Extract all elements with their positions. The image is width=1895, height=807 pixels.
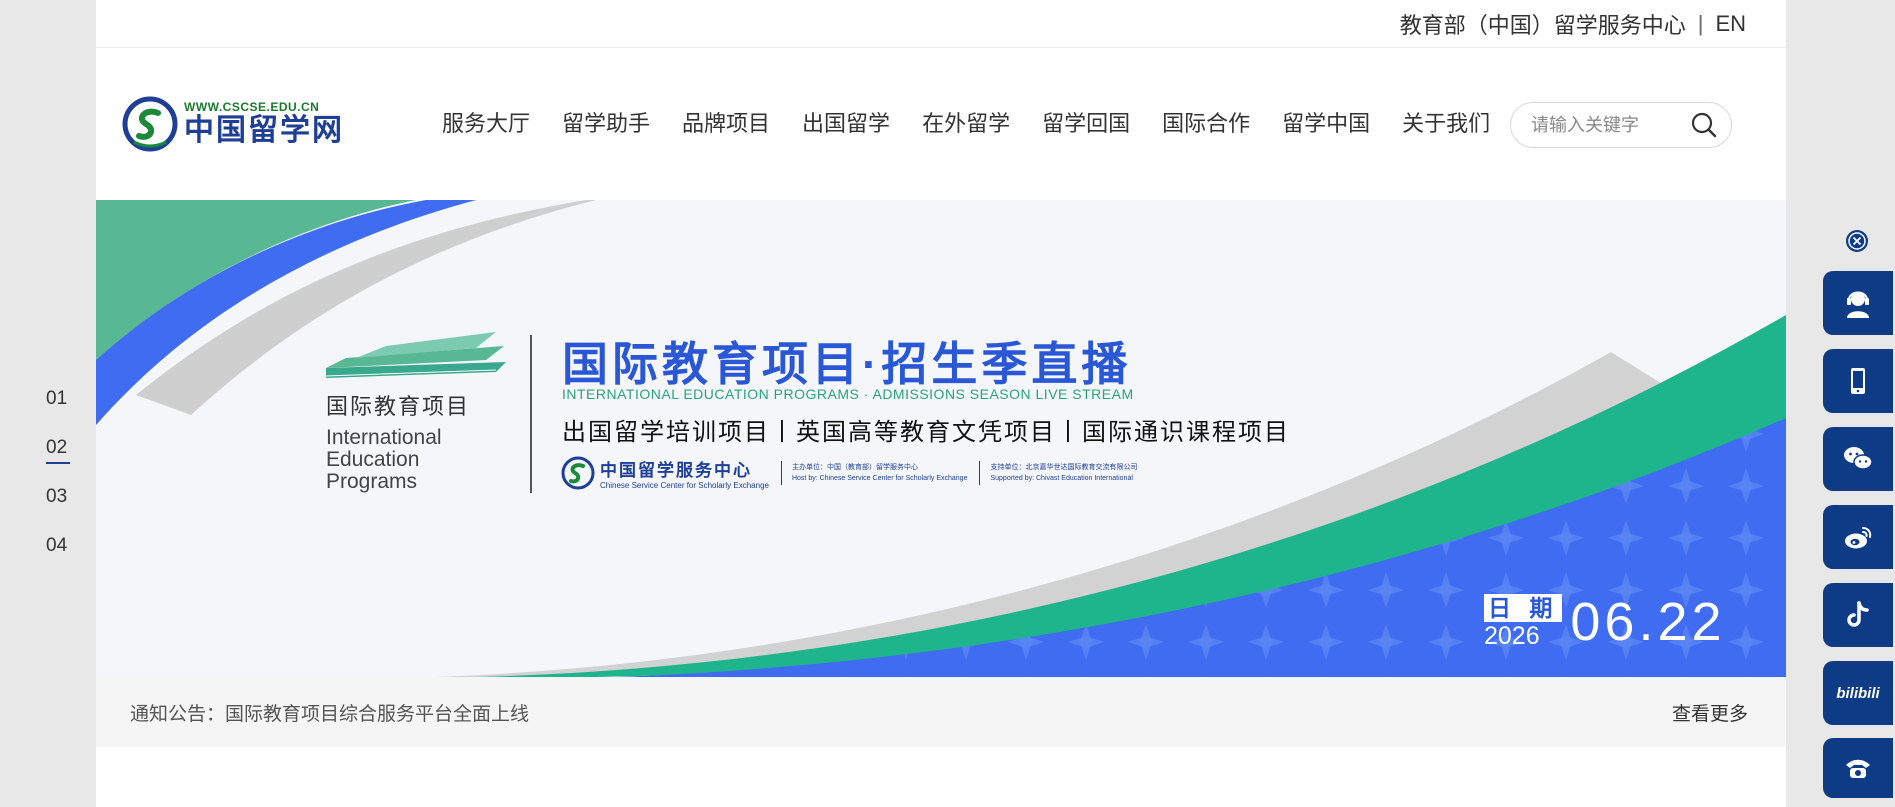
mobile-icon [1851, 368, 1865, 394]
float-bar-close-button[interactable] [1846, 230, 1868, 252]
brand-en-line-2: Education [326, 448, 420, 471]
host-en: Host by: Chinese Service Center for Scho… [791, 475, 968, 482]
float-phone[interactable] [1823, 738, 1893, 798]
org-link[interactable]: 教育部（中国）留学服务中心 [1400, 8, 1686, 40]
support-en: Supported by: Chivast Education Internat… [990, 475, 1133, 482]
brand-block: 国际教育项目 International Education Programs [325, 332, 526, 493]
phone-icon [1846, 759, 1870, 778]
banner-headline: 国际教育项目·招生季直播 [562, 338, 1132, 390]
support-cn: 支持单位：北京嘉华世达国际教育交流有限公司 [990, 464, 1138, 471]
brand-en-line-3: Programs [326, 470, 418, 493]
site-logo[interactable]: WWW.CSCSE.EDU.CN 中国留学网 [122, 94, 362, 154]
banner-organizers: 中国留学服务中心 Chinese Service Center for Scho… [560, 455, 1137, 491]
banner-headline-en: INTERNATIONAL EDUCATION PROGRAMS · ADMIS… [562, 386, 1134, 402]
customer-service-icon [1847, 291, 1869, 318]
support-info: 支持单位：北京嘉华世达国际教育交流有限公司 Supported by: Chiv… [979, 461, 1137, 485]
slide-indicator-04[interactable]: 04 [46, 535, 74, 584]
nav-item-about-us[interactable]: 关于我们 [1402, 106, 1490, 138]
close-icon [1848, 232, 1866, 250]
float-weibo[interactable] [1823, 505, 1893, 569]
topbar-separator: | [1697, 10, 1704, 36]
hero-banner[interactable]: 国际教育项目 International Education Programs … [96, 200, 1786, 677]
float-mobile[interactable] [1823, 349, 1893, 413]
slide-indicator-02[interactable]: 02 [46, 437, 74, 486]
host-info: 主办单位：中国（教育部）留学服务中心 Host by: Chinese Serv… [780, 461, 968, 485]
brand-title: 国际教育项目 [326, 394, 471, 419]
nav-item-return-home[interactable]: 留学回国 [1042, 106, 1130, 138]
nav-item-service-hall[interactable]: 服务大厅 [442, 106, 530, 138]
tiktok-icon [1847, 601, 1869, 627]
slide-indicator-01[interactable]: 01 [46, 388, 74, 437]
org-name-cn: 中国留学服务中心 [600, 461, 752, 480]
cscse-logo-icon [122, 96, 178, 152]
main-nav: 服务大厅 留学助手 品牌项目 出国留学 在外留学 留学回国 国际合作 留学中国 … [442, 106, 1522, 138]
book-stack-icon [325, 332, 506, 378]
banner-date: 日 期 2026 06.22 [1484, 591, 1726, 653]
nav-item-study-abroad[interactable]: 出国留学 [802, 106, 890, 138]
nav-item-studying-overseas[interactable]: 在外留学 [922, 106, 1010, 138]
content-card-1 [96, 802, 632, 807]
host-cn: 主办单位：中国（教育部）留学服务中心 [791, 464, 918, 471]
date-day: 06.22 [1570, 592, 1726, 652]
float-wechat[interactable] [1823, 427, 1893, 491]
float-customer-service[interactable] [1823, 271, 1893, 335]
content-card-3 [1250, 802, 1786, 807]
org-name-en: Chinese Service Center for Scholarly Exc… [600, 481, 769, 490]
banner-divider [530, 335, 532, 493]
search-icon[interactable] [1689, 110, 1719, 140]
date-label: 日 期 [1484, 594, 1563, 622]
nav-item-study-assistant[interactable]: 留学助手 [562, 106, 650, 138]
content-card-2 [673, 802, 1209, 807]
view-more-link[interactable]: 查看更多 [1672, 699, 1748, 726]
logo-domain: WWW.CSCSE.EDU.CN [184, 100, 320, 114]
nav-item-brand-projects[interactable]: 品牌项目 [682, 106, 770, 138]
cscse-logo-icon [561, 456, 595, 490]
page-container: 教育部（中国）留学服务中心 | EN WWW.CSCSE.EDU.CN 中国留学… [96, 0, 1786, 807]
bilibili-icon: bilibili [1836, 684, 1880, 702]
date-year: 2026 [1484, 622, 1540, 650]
banner-programs: 出国留学培训项目丨英国高等教育文凭项目丨国际通识课程项目 [562, 419, 1290, 446]
slide-indicators: 01 02 03 04 [46, 388, 74, 584]
language-switch-en[interactable]: EN [1715, 11, 1746, 37]
search-input[interactable] [1531, 114, 1681, 136]
notice-text[interactable]: 通知公告：国际教育项目综合服务平台全面上线 [130, 699, 529, 726]
search-box [1510, 102, 1732, 148]
slide-indicator-03[interactable]: 03 [46, 486, 74, 535]
wechat-icon [1844, 447, 1873, 470]
brand-en-line-1: International [326, 426, 442, 449]
float-tiktok[interactable] [1823, 583, 1893, 647]
float-bilibili[interactable]: bilibili [1823, 661, 1893, 725]
nav-item-study-in-china[interactable]: 留学中国 [1282, 106, 1370, 138]
nav-item-international-cooperation[interactable]: 国际合作 [1162, 106, 1250, 138]
notice-bar: 通知公告：国际教育项目综合服务平台全面上线 查看更多 [96, 677, 1786, 747]
top-bar: 教育部（中国）留学服务中心 | EN [96, 0, 1786, 48]
logo-name: 中国留学网 [184, 113, 344, 148]
site-header: WWW.CSCSE.EDU.CN 中国留学网 服务大厅 留学助手 品牌项目 出国… [96, 48, 1786, 200]
weibo-icon [1845, 527, 1872, 549]
